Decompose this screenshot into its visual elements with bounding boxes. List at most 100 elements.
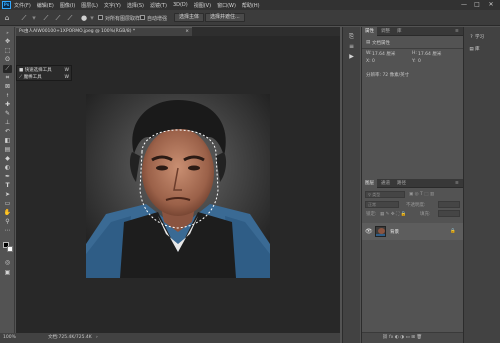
lock-label: 锁定:: [366, 212, 377, 217]
layer-name[interactable]: 背景: [390, 229, 399, 235]
pen-tool-icon[interactable]: ✒: [3, 173, 12, 181]
new-selection-icon[interactable]: ⟋: [42, 14, 50, 22]
close-window-button[interactable]: ✕: [485, 0, 497, 10]
tab-layers[interactable]: 图层: [362, 179, 377, 188]
layer-kind-filter[interactable]: ⚲ 类型: [365, 191, 405, 198]
zoom-tool-icon[interactable]: ⚲: [3, 218, 12, 226]
tab-adjustments[interactable]: 调整: [378, 27, 393, 36]
tab-properties[interactable]: 属性: [362, 27, 377, 36]
quick-mask-icon[interactable]: ◎: [3, 259, 12, 267]
document-info[interactable]: 文档:725.4K/725.4K: [48, 333, 92, 343]
document-tab-title: Ps由人AIW00100+1XPORMO.jpeg @ 100%(RGB/8) …: [19, 29, 136, 34]
gradient-tool-icon[interactable]: ▤: [3, 146, 12, 154]
sample-all-layers-checkbox[interactable]: [98, 15, 103, 20]
document-tab[interactable]: Ps由人AIW00100+1XPORMO.jpeg @ 100%(RGB/8) …: [16, 27, 192, 36]
portrait-photo: [86, 94, 270, 278]
minimize-button[interactable]: —: [458, 0, 470, 10]
quick-selection-tool-preset-icon[interactable]: ⟋: [20, 14, 28, 22]
menu-bar: Ps 文件(F) 编辑(E) 图像(I) 图层(L) 文字(Y) 选择(S) 滤…: [0, 0, 500, 10]
menu-3d[interactable]: 3D(D): [173, 2, 188, 8]
menu-type[interactable]: 文字(Y): [104, 2, 121, 9]
add-to-selection-icon[interactable]: ⟋: [54, 14, 62, 22]
menu-select[interactable]: 选择(S): [127, 2, 144, 9]
layer-row-background[interactable]: 👁 背景 🔒: [362, 223, 463, 240]
tab-channels[interactable]: 通道: [378, 179, 393, 188]
eyedropper-tool-icon[interactable]: ⟊: [3, 92, 12, 100]
x-value[interactable]: 0: [372, 59, 375, 64]
history-panel-icon[interactable]: ⎘: [347, 33, 356, 41]
type-tool-icon[interactable]: T: [3, 182, 12, 190]
width-label: W:: [366, 51, 372, 56]
maximize-button[interactable]: □: [471, 0, 483, 10]
actions-panel-icon[interactable]: ▶: [347, 53, 356, 61]
zoom-level[interactable]: 100%: [3, 333, 16, 343]
document-image[interactable]: [86, 94, 270, 278]
history-brush-tool-icon[interactable]: ↶: [3, 128, 12, 136]
menu-window[interactable]: 窗口(W): [217, 2, 236, 9]
right-panel-dock: 属性 调整 库 ≡ ▤ 文档属性 W: 17.64 厘米 H: 17.64 厘米…: [361, 27, 463, 343]
layer-filter-icons[interactable]: ▣ ◎ T ⬚ ▥: [409, 192, 434, 197]
chevron-down-icon[interactable]: ▾: [88, 14, 96, 22]
height-label: H:: [412, 51, 417, 56]
blur-tool-icon[interactable]: ◆: [3, 155, 12, 163]
tab-libraries[interactable]: 库: [394, 27, 405, 36]
healing-brush-tool-icon[interactable]: ✚: [3, 101, 12, 109]
screen-mode-icon[interactable]: ▣: [3, 269, 12, 277]
panel-menu-icon[interactable]: ≡: [452, 27, 462, 36]
lasso-tool-icon[interactable]: ʘ: [3, 56, 12, 64]
lock-icons[interactable]: ▦ ✎ ✥ ⛶ 🔒: [380, 211, 406, 217]
rectangle-tool-icon[interactable]: ▭: [3, 200, 12, 208]
y-label: Y:: [412, 59, 416, 64]
lock-icon[interactable]: 🔒: [450, 229, 456, 234]
menu-filter[interactable]: 滤镜(T): [150, 2, 167, 9]
crop-tool-icon[interactable]: ⌗: [3, 74, 12, 82]
auto-enhance-checkbox[interactable]: [140, 15, 145, 20]
learn-button[interactable]: ? 学习: [468, 33, 498, 42]
brush-settings-icon[interactable]: ≡: [347, 43, 356, 51]
opacity-input[interactable]: [438, 201, 460, 208]
menu-file[interactable]: 文件(F): [14, 2, 31, 9]
width-value[interactable]: 17.64 厘米: [372, 51, 395, 57]
menu-image[interactable]: 图像(I): [60, 2, 75, 9]
select-and-mask-button[interactable]: 选择并遮住...: [205, 13, 245, 22]
home-icon[interactable]: ⌂: [3, 14, 11, 22]
status-arrow-icon[interactable]: ›: [96, 333, 98, 343]
resolution-info: 分辨率: 72 像素/英寸: [366, 73, 410, 78]
flyout-item-quick-selection[interactable]: ■ 快速选择工具 W: [19, 67, 71, 74]
flyout-item-magic-wand[interactable]: ⟋ 魔棒工具 W: [19, 74, 71, 81]
brush-tool-icon[interactable]: ✎: [3, 110, 12, 118]
libraries-button[interactable]: ▤库: [468, 45, 498, 54]
tool-flyout-menu: ■ 快速选择工具 W ⟋ 魔棒工具 W: [16, 65, 72, 81]
select-subject-button[interactable]: 选择主体: [174, 13, 205, 22]
frame-tool-icon[interactable]: ⊠: [3, 83, 12, 91]
blend-mode-select[interactable]: 正常: [365, 201, 399, 208]
y-value[interactable]: 0: [418, 59, 421, 64]
menu-help[interactable]: 帮助(H): [242, 2, 260, 9]
dodge-tool-icon[interactable]: ◐: [3, 164, 12, 172]
background-color-swatch[interactable]: [7, 246, 13, 252]
collapsed-panel-strip: ⎘ ≡ ▶: [342, 27, 360, 343]
marquee-tool-icon[interactable]: ⬚: [3, 47, 12, 55]
tab-paths[interactable]: 路径: [394, 179, 409, 188]
subtract-from-selection-icon[interactable]: ⟋: [66, 14, 74, 22]
move-tool-icon[interactable]: ✥: [3, 38, 12, 46]
height-value[interactable]: 17.64 厘米: [418, 51, 441, 57]
layer-actions-icons[interactable]: ⛓ fx ◐ ◑ ▭ ⊞ 🗑: [382, 335, 422, 340]
path-selection-tool-icon[interactable]: ➤: [3, 191, 12, 199]
collapse-icon[interactable]: »: [3, 29, 12, 37]
fill-input[interactable]: [438, 210, 460, 217]
menu-edit[interactable]: 编辑(E): [37, 2, 54, 9]
visibility-eye-icon[interactable]: 👁: [365, 228, 373, 235]
panel-menu-icon[interactable]: ≡: [452, 179, 462, 188]
quick-selection-tool-icon[interactable]: ⟋: [3, 65, 12, 73]
hand-tool-icon[interactable]: ✋: [3, 209, 12, 217]
clone-stamp-tool-icon[interactable]: ⊥: [3, 119, 12, 127]
brush-size-icon[interactable]: ●: [80, 14, 88, 22]
chevron-down-icon[interactable]: ▾: [30, 14, 38, 22]
menu-layer[interactable]: 图层(L): [81, 2, 98, 9]
close-document-icon[interactable]: ×: [185, 28, 189, 36]
menu-view[interactable]: 视图(V): [194, 2, 211, 9]
learn-panel-strip: ? 学习 ▤库: [463, 27, 500, 343]
eraser-tool-icon[interactable]: ◧: [3, 137, 12, 145]
more-tools-icon[interactable]: ⋯: [3, 227, 12, 235]
